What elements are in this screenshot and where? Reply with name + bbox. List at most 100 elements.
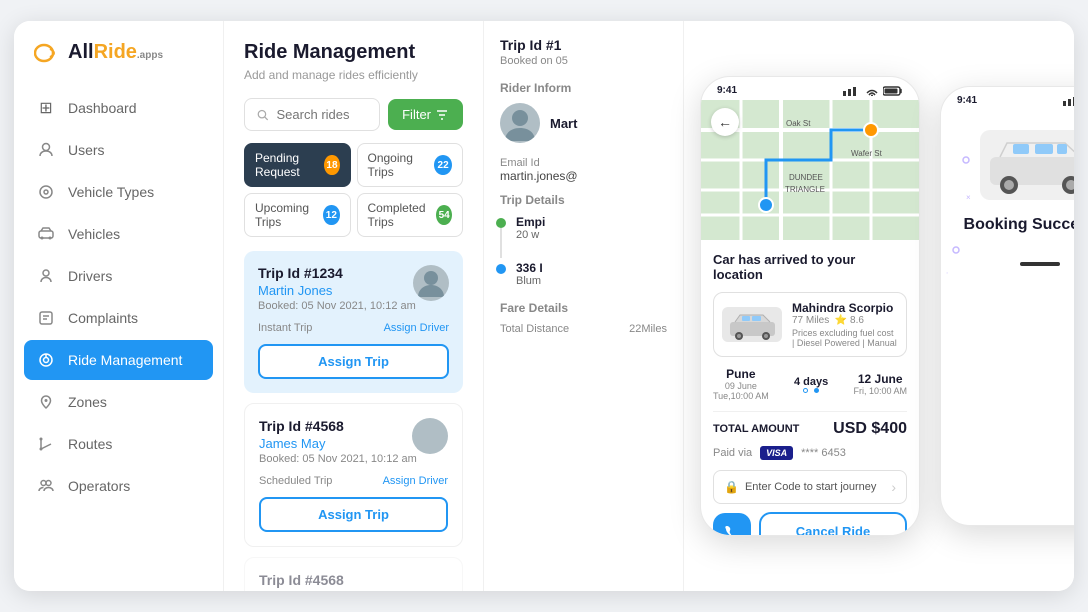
routes-icon [36, 434, 56, 454]
phone2-status-icons [1063, 96, 1074, 106]
tab-upcoming-trips[interactable]: Upcoming Trips 12 [244, 193, 351, 237]
days-count: 4 days [794, 376, 828, 388]
users-icon [36, 140, 56, 160]
map-area: Oak St Wafer St DUNDEE TRIANGLE ← [701, 100, 919, 240]
tab-completed-trips[interactable]: Completed Trips 54 [357, 193, 464, 237]
fare-row: Total Distance 22Miles [500, 323, 667, 335]
total-label: TOTAL AMOUNT [713, 423, 799, 435]
phone2-status: 9:41 [941, 87, 1074, 110]
trip-date-4568: Booked: 05 Nov 2021, 10:12 am [259, 453, 448, 465]
total-row: TOTAL AMOUNT USD $400 [713, 411, 907, 438]
sidebar-item-vehicle-types[interactable]: Vehicle Types [24, 172, 213, 212]
phone-icon [724, 524, 740, 537]
from-dot [496, 218, 506, 228]
trip-detail-panel: Trip Id #1 Booked on 05 Rider Inform Mar… [484, 21, 684, 591]
car-specs: Prices excluding fuel cost | Diesel Powe… [792, 328, 898, 348]
email-val: martin.jones@ [500, 169, 667, 183]
paid-via-label: Paid via [713, 447, 752, 459]
trip-footer-1234: Instant Trip Assign Driver [258, 322, 449, 334]
logo-icon [34, 42, 64, 64]
sidebar-item-ride-management[interactable]: Ride Management [24, 340, 213, 380]
ride-management-icon [36, 350, 56, 370]
rider-name: Mart [550, 116, 577, 131]
rider-info-label: Rider Inform [500, 81, 667, 95]
rider-avatar [500, 103, 540, 143]
filter-button[interactable]: Filter [388, 99, 463, 130]
trip-card-4568[interactable]: Trip Id #4568 James May Booked: 05 Nov 2… [244, 403, 463, 547]
avatar-icon-1 [413, 265, 449, 301]
to-city: 12 June [853, 372, 907, 386]
to-sub: Blum [516, 275, 667, 287]
phone-mockup-1: 9:41 [700, 76, 920, 536]
trip-card-1234[interactable]: Trip Id #1234 Martin Jones Booked: 05 No… [244, 251, 463, 393]
cancel-ride-button[interactable]: Cancel Ride [759, 512, 907, 536]
trip-card-4568b: Trip Id #4568 [244, 557, 463, 591]
logo-text: AllRide.apps [68, 41, 163, 64]
trip-id-4568b: Trip Id #4568 [259, 572, 448, 588]
code-text: Enter Code to start journey [745, 481, 876, 493]
car-distance: 77 Miles [792, 315, 829, 326]
back-button[interactable]: ← [711, 108, 739, 136]
logo-area: AllRide.apps [14, 41, 223, 88]
total-distance-val: 22Miles [629, 323, 667, 335]
dots-line [803, 388, 819, 393]
ongoing-badge: 22 [434, 155, 452, 175]
signal-icon-2 [1063, 96, 1074, 106]
assign-trip-button-1234[interactable]: Assign Trip [258, 344, 449, 379]
complaints-icon [36, 308, 56, 328]
trip-details-label: Trip Details [500, 193, 667, 207]
visa-badge: VISA [760, 446, 793, 460]
card-number: **** 6453 [801, 447, 846, 459]
arrived-text: Car has arrived to your location [713, 252, 907, 282]
wifi-icon [865, 86, 879, 96]
avatar-1 [413, 265, 449, 301]
sidebar-item-dashboard[interactable]: ⊞ Dashboard [24, 88, 213, 128]
chevron-right-icon: › [891, 479, 896, 495]
bottom-row: Cancel Ride [713, 512, 907, 536]
rider-avatar-icon [500, 103, 540, 143]
logo: AllRide.apps [34, 41, 203, 64]
battery-icon [883, 86, 903, 96]
call-button[interactable] [713, 513, 751, 537]
ride-management-panel: Ride Management Add and manage rides eff… [224, 21, 484, 591]
phone1-status-icons [843, 86, 903, 96]
to-place: 336 I [516, 261, 667, 275]
timeline-to: 336 I Blum [516, 261, 667, 287]
detail-trip-id: Trip Id #1 [500, 37, 667, 53]
trip-footer-4568: Scheduled Trip Assign Driver [259, 475, 448, 487]
signal-icon [843, 86, 861, 96]
home-indicator [1020, 262, 1060, 266]
timeline-line [500, 228, 502, 258]
dot-start [803, 388, 808, 393]
trip-dates-row: Pune 09 June Tue,10:00 AM 4 days [713, 367, 907, 401]
tab-ongoing-trips[interactable]: Ongoing Trips 22 [357, 143, 464, 187]
sidebar-item-users[interactable]: Users [24, 130, 213, 170]
panel-subtitle: Add and manage rides efficiently [244, 68, 463, 82]
tab-pending-request[interactable]: Pending Request 18 [244, 143, 351, 187]
phones-area: 9:41 [684, 21, 1074, 591]
email-label: Email Id [500, 157, 667, 169]
sidebar-item-complaints[interactable]: Complaints [24, 298, 213, 338]
assign-driver-link-1234[interactable]: Assign Driver [384, 322, 449, 334]
rider-row: Mart [500, 103, 667, 143]
assign-trip-button-4568[interactable]: Assign Trip [259, 497, 448, 532]
panel-title: Ride Management [244, 41, 463, 64]
sidebar-item-drivers[interactable]: Drivers [24, 256, 213, 296]
sidebar-item-routes[interactable]: Routes [24, 424, 213, 464]
sidebar-item-vehicles[interactable]: Vehicles [24, 214, 213, 254]
from-place: Empi [516, 215, 667, 229]
sidebar-item-zones[interactable]: Zones [24, 382, 213, 422]
drivers-icon [36, 266, 56, 286]
sidebar-item-operators[interactable]: Operators [24, 466, 213, 506]
to-day: Fri, 10:00 AM [853, 386, 907, 396]
upcoming-badge: 12 [323, 205, 339, 225]
from-date-box: Pune 09 June Tue,10:00 AM [713, 367, 769, 401]
enter-code-button[interactable]: 🔒 Enter Code to start journey › [713, 470, 907, 504]
timeline-from: Empi 20 w [516, 215, 667, 241]
vehicles-icon [36, 224, 56, 244]
assign-driver-link-4568[interactable]: Assign Driver [383, 475, 448, 487]
filter-icon [435, 108, 449, 122]
booking-success-title: Booking Successful [964, 216, 1074, 234]
trip-timeline: Empi 20 w 336 I Blum [500, 215, 667, 287]
search-input[interactable] [277, 107, 368, 122]
